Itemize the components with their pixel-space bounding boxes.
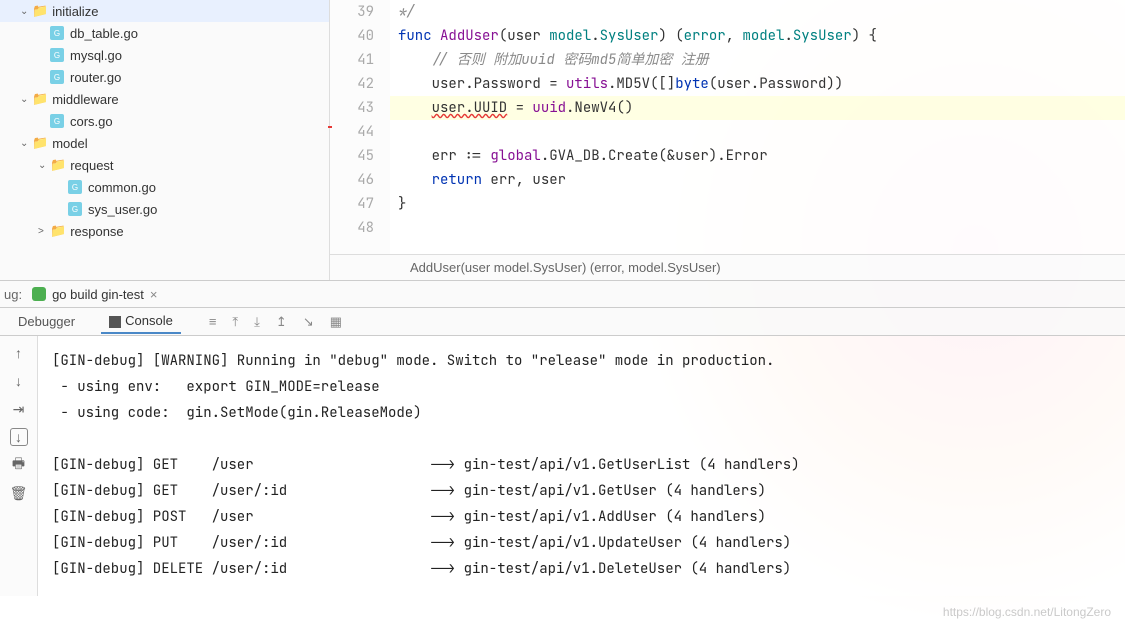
scroll-icon[interactable]: ↘ [303, 314, 314, 330]
breadcrumb-text: AddUser(user model.SysUser) (error, mode… [410, 260, 721, 275]
file-mysql.go[interactable]: Gmysql.go [0, 44, 329, 66]
file-common.go[interactable]: Gcommon.go [0, 176, 329, 198]
folder-model[interactable]: ⌄📁model [0, 132, 329, 154]
tab-debugger[interactable]: Debugger [10, 310, 83, 333]
console-icon [109, 316, 121, 328]
change-marker [328, 126, 332, 128]
folder-middleware[interactable]: ⌄📁middleware [0, 88, 329, 110]
breadcrumb[interactable]: AddUser(user model.SysUser) (error, mode… [330, 254, 1125, 280]
run-config-label[interactable]: go build gin-test [52, 287, 144, 302]
run-prefix: ug: [4, 287, 22, 302]
code-lines[interactable]: */func AddUser(user model.SysUser) (erro… [390, 0, 1125, 254]
file-router.go[interactable]: Grouter.go [0, 66, 329, 88]
calc-icon[interactable]: ▦ [330, 314, 342, 330]
line-gutter: 39404142434445464748 [330, 0, 390, 254]
print-icon[interactable]: 🖶 [10, 456, 28, 474]
watermark: https://blog.csdn.net/LitongZero [943, 605, 1111, 619]
step-up-icon[interactable]: ↑ [10, 344, 28, 362]
file-db_table.go[interactable]: Gdb_table.go [0, 22, 329, 44]
folder-initialize[interactable]: ⌄📁initialize [0, 0, 329, 22]
project-tree[interactable]: ⌄📁initializeGdb_table.goGmysql.goGrouter… [0, 0, 330, 280]
console-gutter: ↑ ↓ ⇥ ↓ 🖶 🗑 [0, 336, 38, 596]
console-output[interactable]: [GIN-debug] [WARNING] Running in "debug"… [38, 336, 1125, 596]
run-config-icon [32, 287, 46, 301]
code-editor[interactable]: 39404142434445464748 */func AddUser(user… [330, 0, 1125, 280]
export-icon[interactable]: ↥ [276, 314, 287, 330]
filter-icon[interactable]: ≡ [209, 314, 217, 330]
wrap-icon[interactable]: ⇥ [10, 400, 28, 418]
down-icon[interactable]: ⤓ [254, 314, 260, 330]
toolbar-icons: ≡ ⤒ ⤓ ↥ ↘ ▦ [209, 314, 342, 330]
folder-request[interactable]: ⌄📁request [0, 154, 329, 176]
folder-response[interactable]: >📁response [0, 220, 329, 242]
trash-icon[interactable]: 🗑 [10, 484, 28, 502]
tool-tabs[interactable]: Debugger Console ≡ ⤒ ⤓ ↥ ↘ ▦ [0, 308, 1125, 336]
up-icon[interactable]: ⤒ [232, 314, 238, 330]
scroll-end-icon[interactable]: ↓ [10, 428, 28, 446]
run-tab-bar[interactable]: ug: go build gin-test × [0, 280, 1125, 308]
tab-console[interactable]: Console [101, 309, 181, 334]
step-down-icon[interactable]: ↓ [10, 372, 28, 390]
file-cors.go[interactable]: Gcors.go [0, 110, 329, 132]
close-icon[interactable]: × [150, 287, 158, 302]
file-sys_user.go[interactable]: Gsys_user.go [0, 198, 329, 220]
